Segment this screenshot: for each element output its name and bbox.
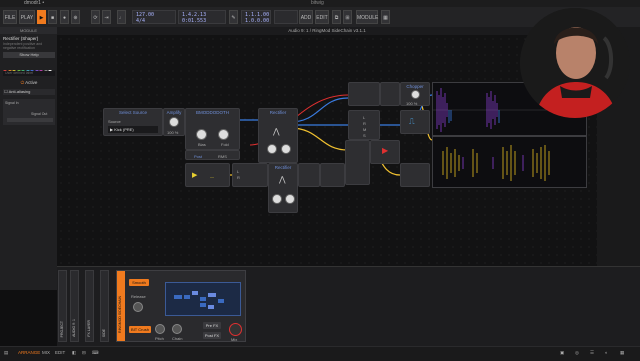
footer-grid-icon[interactable]: ▦ (620, 350, 624, 356)
track-tab-label: AUDIO 9: 1 (72, 319, 76, 337)
bmodd-module[interactable]: BMODDODOTH Bias Fold (185, 108, 240, 150)
fx-layer-tab-label: FX LAYER (87, 320, 91, 337)
person-image (520, 8, 630, 118)
source-value: Kick (PRE) (114, 127, 134, 132)
post-label: Post (194, 154, 203, 159)
rectifier-bottom-module[interactable]: Rectifier ⋀ (268, 163, 298, 213)
device-graph-preview[interactable] (165, 282, 241, 316)
ring-mid-s: S (363, 133, 366, 138)
ring-mid-l: L (363, 115, 366, 120)
footer-mixer-icon[interactable]: ☰ (590, 350, 594, 356)
ring-l: L (237, 169, 240, 174)
track-tab-vertical[interactable]: AUDIO 9: 1 (70, 270, 79, 342)
mixer-module-2[interactable] (320, 163, 345, 187)
footer-tool-icon-2[interactable]: ⊟ (82, 350, 86, 356)
arrow-module[interactable]: ▶ (370, 140, 400, 164)
footer-notif-icon[interactable]: ◐ (605, 350, 608, 355)
bias-knob[interactable] (196, 129, 207, 140)
mixer-module-1[interactable] (298, 163, 320, 187)
rectifier-bottom-title: Rectifier (274, 165, 292, 170)
footer-bar: ▤ ARRANGE MIX EDIT ◧ ⊟ ⌨ ▣ ◎ ☰ ◐ ▦ (0, 346, 640, 361)
pitch-knob[interactable] (155, 324, 165, 334)
device-title-strip[interactable]: RINGMOD SIDECHAIN (117, 271, 125, 341)
amplify-title: Amplify (166, 110, 182, 115)
ring-module-bottom[interactable]: L R (232, 163, 268, 187)
bias-label: Bias (198, 142, 206, 147)
chain-label: Chain (172, 336, 183, 341)
arrange-tab[interactable]: ARRANGE (18, 350, 40, 355)
router-module-top[interactable] (380, 82, 400, 106)
edit-tab[interactable]: EDIT (55, 350, 65, 355)
project-tab-vertical[interactable]: PROJECT (58, 270, 67, 342)
side-tab-label: SIDE (102, 328, 106, 337)
bmodd-title: BMODDODOTH (196, 110, 229, 115)
ring-mid-r: R (363, 121, 366, 126)
rectifier-wave-icon-2: ⋀ (279, 175, 286, 184)
chopper-value: 100 % (406, 101, 418, 106)
amplify-knob[interactable] (169, 117, 179, 127)
mix-knob[interactable] (229, 323, 242, 336)
square-wave-module[interactable]: ⎍ (400, 110, 430, 134)
ring-r: R (237, 175, 240, 180)
select-source-module[interactable]: Select Source Source ▶ Kick (PRE) (103, 108, 163, 136)
footer-tool-icon-3[interactable]: ⌨ (92, 350, 99, 356)
graph-preview-image (174, 291, 224, 309)
ring-mid-m: M (363, 127, 367, 132)
webcam-overlay (520, 8, 630, 118)
release-label: Release (131, 294, 146, 299)
mix-label: Mix (231, 337, 238, 342)
rectifier-neg-knob[interactable] (281, 144, 291, 154)
rectifier-top-title: Rectifier (269, 110, 287, 115)
rectifier-wave-icon: ⋀ (273, 127, 280, 136)
footer-browser-icon[interactable]: ▣ (560, 350, 564, 356)
footer-studio-icon[interactable]: ◎ (575, 350, 579, 356)
yellow-line-icon: — (210, 174, 214, 179)
device-title: RINGMOD SIDECHAIN (118, 296, 122, 333)
ring-module-mid[interactable]: L R M S (348, 110, 380, 140)
play-arrow-icon: ▶ (192, 172, 198, 179)
release-knob[interactable] (133, 302, 143, 312)
post-fx-button[interactable]: Post FX (203, 332, 221, 339)
waveform-bottom (442, 145, 550, 181)
bitcrush-button[interactable]: BIT Crush (129, 326, 151, 333)
chopper-module[interactable]: Chopper 100 % (400, 82, 430, 106)
square-wave-icon: ⎍ (409, 117, 415, 126)
mix-module-bottom[interactable] (400, 163, 430, 187)
rectifier-bottom-neg-knob[interactable] (285, 194, 295, 204)
chopper-title: Chopper (406, 84, 424, 89)
amplify-module[interactable]: Amplify 100 % (163, 108, 185, 136)
smooth-button[interactable]: Smooth (129, 279, 149, 286)
red-arrow-icon: ▶ (382, 146, 389, 155)
router-module-bottom[interactable] (345, 140, 370, 185)
fold-knob[interactable] (218, 129, 229, 140)
chain-knob[interactable] (172, 324, 182, 334)
side-tab-vertical[interactable]: SIDE (100, 270, 109, 342)
fold-label: Fold (221, 142, 229, 147)
post-rms-module[interactable]: Post RMS (185, 150, 240, 160)
rectifier-top-module[interactable]: Rectifier ⋀ (258, 108, 298, 163)
chopper-knob[interactable] (411, 90, 420, 99)
source-dropdown[interactable]: ▶ Kick (PRE) (108, 126, 158, 133)
ring-module-top[interactable] (348, 82, 380, 106)
trigger-module[interactable]: ▶ — (185, 163, 230, 187)
project-tab-label: PROJECT (60, 320, 64, 337)
fx-layer-tab-vertical[interactable]: FX LAYER (85, 270, 94, 342)
pitch-label: Pitch (155, 336, 164, 341)
mix-tab[interactable]: MIX (42, 350, 50, 355)
pre-fx-button[interactable]: Pre FX (203, 322, 221, 329)
source-label: Source (108, 119, 121, 124)
oscilloscope-bottom (432, 136, 587, 188)
footer-settings-icon[interactable]: ▤ (4, 350, 8, 356)
rectifier-bottom-pos-knob[interactable] (272, 194, 282, 204)
rms-label: RMS (218, 154, 227, 159)
select-source-title: Select Source (118, 110, 147, 115)
amplify-value: 100 % (167, 130, 179, 135)
footer-tool-icon-1[interactable]: ◧ (72, 350, 76, 356)
rectifier-pos-knob[interactable] (267, 144, 277, 154)
